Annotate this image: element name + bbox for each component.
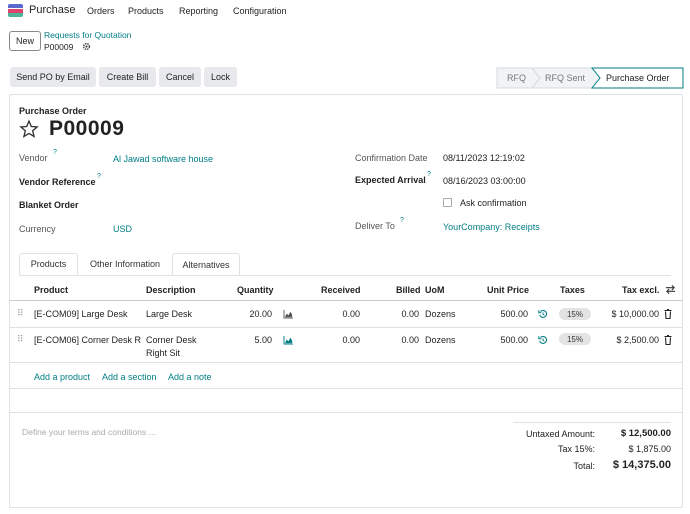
tax-value: $ 1,875.00 xyxy=(628,444,671,454)
tab-products[interactable]: Products xyxy=(19,253,78,275)
row-billed: 0.00 xyxy=(401,309,419,319)
expected-arrival-label: Expected Arrival xyxy=(355,175,426,185)
add-product-link[interactable]: Add a product xyxy=(34,372,90,382)
tab-other-information[interactable]: Other Information xyxy=(79,253,171,275)
tax-label: Tax 15%: xyxy=(557,444,595,454)
drag-handle-icon[interactable]: ⠿ xyxy=(17,308,24,319)
currency-field[interactable]: USD xyxy=(113,224,132,234)
col-taxes[interactable]: Taxes xyxy=(560,285,585,295)
row-description[interactable]: Corner Desk xyxy=(146,335,197,345)
col-billed[interactable]: Billed xyxy=(396,285,421,295)
lock-button[interactable]: Lock xyxy=(204,67,237,87)
breadcrumb-current: P00009 xyxy=(44,42,74,52)
row-billed: 0.00 xyxy=(401,335,419,345)
new-button[interactable]: New xyxy=(9,31,41,51)
tax-badge[interactable]: 15% xyxy=(559,308,591,320)
confirmation-date-field[interactable]: 08/11/2023 12:19:02 xyxy=(443,153,525,163)
star-icon[interactable] xyxy=(19,119,39,139)
send-po-button[interactable]: Send PO by Email xyxy=(10,67,96,87)
forecast-chart-icon[interactable] xyxy=(283,336,294,345)
col-uom[interactable]: UoM xyxy=(425,285,445,295)
row-unit-price[interactable]: 500.00 xyxy=(488,309,528,319)
expected-help-mark[interactable]: ? xyxy=(427,171,431,178)
add-section-link[interactable]: Add a section xyxy=(102,372,157,382)
optional-columns-icon[interactable] xyxy=(665,284,676,295)
history-icon[interactable] xyxy=(538,309,548,319)
cancel-button[interactable]: Cancel xyxy=(159,67,201,87)
row-subtotal: $ 2,500.00 xyxy=(616,335,659,345)
col-received[interactable]: Received xyxy=(321,285,361,295)
status-rfq[interactable]: RFQ xyxy=(507,73,526,83)
row-description[interactable]: Large Desk xyxy=(146,309,192,319)
untaxed-label: Untaxed Amount: xyxy=(525,429,595,439)
purchase-app-icon[interactable] xyxy=(8,4,23,17)
table-row[interactable]: ⠿ [E-COM06] Corner Desk R Corner Desk Ri… xyxy=(9,328,683,362)
row-quantity[interactable]: 5.00 xyxy=(246,335,272,345)
currency-label: Currency xyxy=(19,224,56,234)
ask-confirmation-label: Ask confirmation xyxy=(460,198,527,208)
status-rfq-sent[interactable]: RFQ Sent xyxy=(545,73,585,83)
trash-icon[interactable] xyxy=(664,309,672,319)
table-row[interactable]: ⠿ [E-COM09] Large Desk Large Desk 20.00 … xyxy=(9,301,683,327)
add-links-divider xyxy=(9,388,683,389)
row-received: 0.00 xyxy=(342,335,360,345)
row-received: 0.00 xyxy=(342,309,360,319)
vendor-field[interactable]: Al Jawad software house xyxy=(113,154,213,164)
status-purchase-order[interactable]: Purchase Order xyxy=(606,73,670,83)
menu-products[interactable]: Products xyxy=(128,6,164,16)
row-unit-price[interactable]: 500.00 xyxy=(488,335,528,345)
row-product[interactable]: [E-COM09] Large Desk xyxy=(34,309,128,319)
col-product[interactable]: Product xyxy=(34,285,68,295)
trash-icon[interactable] xyxy=(664,335,672,345)
deliver-help-mark[interactable]: ? xyxy=(400,217,404,224)
breadcrumb-parent[interactable]: Requests for Quotation xyxy=(44,30,131,40)
terms-field[interactable]: Define your terms and conditions ... xyxy=(22,427,156,437)
row-description-line2[interactable]: Right Sit xyxy=(146,348,180,358)
deliver-to-field[interactable]: YourCompany: Receipts xyxy=(443,222,540,232)
menu-orders[interactable]: Orders xyxy=(87,6,115,16)
top-navbar: Purchase Orders Products Reporting Confi… xyxy=(0,0,690,22)
menu-reporting[interactable]: Reporting xyxy=(179,6,218,16)
row-divider xyxy=(9,362,683,363)
app-name[interactable]: Purchase xyxy=(29,4,75,16)
history-icon[interactable] xyxy=(538,335,548,345)
blanket-order-label: Blanket Order xyxy=(19,200,79,210)
col-tax-excl[interactable]: Tax excl. xyxy=(622,285,659,295)
drag-handle-icon[interactable]: ⠿ xyxy=(17,334,24,345)
forecast-chart-icon[interactable] xyxy=(283,310,294,319)
col-unit-price[interactable]: Unit Price xyxy=(487,285,529,295)
vendor-ref-help-mark[interactable]: ? xyxy=(97,173,101,180)
untaxed-value: $ 12,500.00 xyxy=(620,428,671,439)
row-product[interactable]: [E-COM06] Corner Desk R xyxy=(34,335,142,345)
tabs-divider xyxy=(19,275,671,276)
vendor-label: Vendor xyxy=(19,153,48,163)
row-subtotal: $ 10,000.00 xyxy=(611,309,659,319)
add-note-link[interactable]: Add a note xyxy=(168,372,212,382)
deliver-to-label: Deliver To xyxy=(355,221,395,231)
create-bill-button[interactable]: Create Bill xyxy=(99,67,156,87)
expected-arrival-field[interactable]: 08/16/2023 03:00:00 xyxy=(443,176,526,186)
vendor-help-mark[interactable]: ? xyxy=(53,149,57,156)
menu-configuration[interactable]: Configuration xyxy=(233,6,287,16)
col-quantity[interactable]: Quantity xyxy=(237,285,274,295)
totals-divider xyxy=(513,422,671,423)
row-uom[interactable]: Dozens xyxy=(425,335,456,345)
row-uom[interactable]: Dozens xyxy=(425,309,456,319)
tab-alternatives[interactable]: Alternatives xyxy=(172,253,240,275)
confirmation-date-label: Confirmation Date xyxy=(355,153,428,163)
gear-icon[interactable] xyxy=(82,42,91,51)
ask-confirmation-checkbox[interactable] xyxy=(443,198,452,207)
vendor-reference-label: Vendor Reference xyxy=(19,177,96,187)
row-quantity[interactable]: 20.00 xyxy=(246,309,272,319)
col-description[interactable]: Description xyxy=(146,285,196,295)
document-type: Purchase Order xyxy=(19,106,87,116)
total-value: $ 14,375.00 xyxy=(612,459,671,471)
tax-badge[interactable]: 15% xyxy=(559,333,591,345)
total-label: Total: xyxy=(573,461,595,471)
table-bottom-divider xyxy=(9,412,683,413)
record-title: P00009 xyxy=(49,117,125,140)
